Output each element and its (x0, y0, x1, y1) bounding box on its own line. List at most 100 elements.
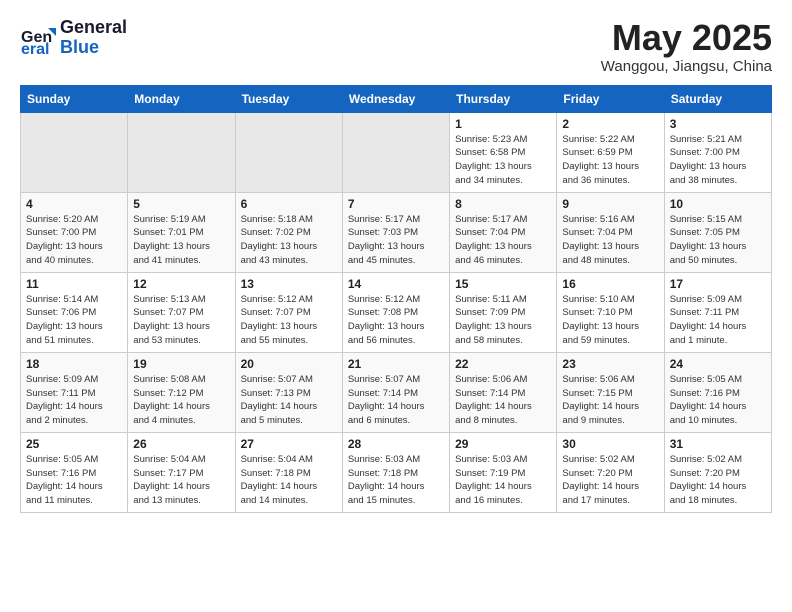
day-number: 13 (241, 277, 337, 291)
calendar-cell: 18 Sunrise: 5:09 AMSunset: 7:11 PMDayligh… (21, 352, 128, 432)
calendar-cell: 28Sunrise: 5:03 AMSunset: 7:18 PMDayligh… (342, 432, 449, 512)
day-info: Sunrise: 5:13 AMSunset: 7:07 PMDaylight:… (133, 293, 229, 348)
calendar-cell: 4 Sunrise: 5:20 AMSunset: 7:00 PMDaylight… (21, 192, 128, 272)
logo: Gen eral General Blue (20, 18, 127, 58)
day-number: 28 (348, 437, 444, 451)
calendar-cell (235, 112, 342, 192)
weekday-header-thursday: Thursday (450, 85, 557, 112)
calendar-cell: 3 Sunrise: 5:21 AMSunset: 7:00 PMDaylight… (664, 112, 771, 192)
day-info: Sunrise: 5:02 AMSunset: 7:20 PMDaylight:… (670, 453, 766, 508)
logo-icon: Gen eral (20, 20, 56, 56)
day-number: 29 (455, 437, 551, 451)
calendar-cell: 22 Sunrise: 5:06 AMSunset: 7:14 PMDayligh… (450, 352, 557, 432)
calendar-cell: 26Sunrise: 5:04 AMSunset: 7:17 PMDayligh… (128, 432, 235, 512)
day-number: 27 (241, 437, 337, 451)
calendar-cell: 27 Sunrise: 5:04 AMSunset: 7:18 PMDayligh… (235, 432, 342, 512)
calendar-cell: 17Sunrise: 5:09 AMSunset: 7:11 PMDayligh… (664, 272, 771, 352)
calendar-cell: 2Sunrise: 5:22 AMSunset: 6:59 PMDaylight… (557, 112, 664, 192)
calendar-cell: 12 Sunrise: 5:13 AMSunset: 7:07 PMDayligh… (128, 272, 235, 352)
day-number: 20 (241, 357, 337, 371)
calendar-cell: 16Sunrise: 5:10 AMSunset: 7:10 PMDayligh… (557, 272, 664, 352)
day-info: Sunrise: 5:18 AMSunset: 7:02 PMDaylight:… (241, 213, 337, 268)
day-number: 6 (241, 197, 337, 211)
calendar-cell: 5 Sunrise: 5:19 AMSunset: 7:01 PMDaylight… (128, 192, 235, 272)
day-info: Sunrise: 5:14 AMSunset: 7:06 PMDaylight:… (26, 293, 122, 348)
calendar-cell: 31 Sunrise: 5:02 AMSunset: 7:20 PMDayligh… (664, 432, 771, 512)
day-info: Sunrise: 5:07 AMSunset: 7:13 PMDaylight:… (241, 373, 337, 428)
day-number: 31 (670, 437, 766, 451)
day-info: Sunrise: 5:09 AMSunset: 7:11 PMDaylight:… (26, 373, 122, 428)
day-number: 18 (26, 357, 122, 371)
location: Wanggou, Jiangsu, China (601, 58, 772, 75)
day-number: 12 (133, 277, 229, 291)
calendar-cell (128, 112, 235, 192)
calendar-cell: 8Sunrise: 5:17 AMSunset: 7:04 PMDaylight… (450, 192, 557, 272)
calendar-cell: 10Sunrise: 5:15 AMSunset: 7:05 PMDayligh… (664, 192, 771, 272)
month-title: May 2025 (601, 18, 772, 58)
weekday-header-sunday: Sunday (21, 85, 128, 112)
day-info: Sunrise: 5:06 AMSunset: 7:15 PMDaylight:… (562, 373, 658, 428)
day-info: Sunrise: 5:16 AMSunset: 7:04 PMDaylight:… (562, 213, 658, 268)
weekday-header-friday: Friday (557, 85, 664, 112)
calendar-cell: 30Sunrise: 5:02 AMSunset: 7:20 PMDayligh… (557, 432, 664, 512)
calendar-cell: 14 Sunrise: 5:12 AMSunset: 7:08 PMDayligh… (342, 272, 449, 352)
day-number: 21 (348, 357, 444, 371)
logo-text: General Blue (60, 18, 127, 58)
calendar-cell: 20 Sunrise: 5:07 AMSunset: 7:13 PMDayligh… (235, 352, 342, 432)
logo-general: General (60, 17, 127, 37)
calendar: SundayMondayTuesdayWednesdayThursdayFrid… (20, 85, 772, 513)
day-info: Sunrise: 5:04 AMSunset: 7:18 PMDaylight:… (241, 453, 337, 508)
calendar-cell: 9Sunrise: 5:16 AMSunset: 7:04 PMDaylight… (557, 192, 664, 272)
day-number: 26 (133, 437, 229, 451)
day-info: Sunrise: 5:12 AMSunset: 7:08 PMDaylight:… (348, 293, 444, 348)
day-number: 3 (670, 117, 766, 131)
weekday-header-tuesday: Tuesday (235, 85, 342, 112)
day-number: 15 (455, 277, 551, 291)
day-number: 7 (348, 197, 444, 211)
day-info: Sunrise: 5:03 AMSunset: 7:19 PMDaylight:… (455, 453, 551, 508)
day-info: Sunrise: 5:17 AMSunset: 7:03 PMDaylight:… (348, 213, 444, 268)
calendar-cell: 15Sunrise: 5:11 AMSunset: 7:09 PMDayligh… (450, 272, 557, 352)
header: Gen eral General Blue May 2025 Wanggou, … (20, 18, 772, 75)
week-row-2: 4 Sunrise: 5:20 AMSunset: 7:00 PMDaylight… (21, 192, 772, 272)
calendar-cell: 13 Sunrise: 5:12 AMSunset: 7:07 PMDayligh… (235, 272, 342, 352)
title-block: May 2025 Wanggou, Jiangsu, China (601, 18, 772, 75)
calendar-cell: 1Sunrise: 5:23 AMSunset: 6:58 PMDaylight… (450, 112, 557, 192)
day-info: Sunrise: 5:21 AMSunset: 7:00 PMDaylight:… (670, 133, 766, 188)
day-info: Sunrise: 5:10 AMSunset: 7:10 PMDaylight:… (562, 293, 658, 348)
day-info: Sunrise: 5:12 AMSunset: 7:07 PMDaylight:… (241, 293, 337, 348)
calendar-cell: 6 Sunrise: 5:18 AMSunset: 7:02 PMDaylight… (235, 192, 342, 272)
day-info: Sunrise: 5:05 AMSunset: 7:16 PMDaylight:… (670, 373, 766, 428)
day-info: Sunrise: 5:17 AMSunset: 7:04 PMDaylight:… (455, 213, 551, 268)
day-number: 22 (455, 357, 551, 371)
day-number: 5 (133, 197, 229, 211)
calendar-cell: 25Sunrise: 5:05 AMSunset: 7:16 PMDayligh… (21, 432, 128, 512)
day-number: 14 (348, 277, 444, 291)
weekday-header-row: SundayMondayTuesdayWednesdayThursdayFrid… (21, 85, 772, 112)
day-number: 4 (26, 197, 122, 211)
calendar-cell: 21 Sunrise: 5:07 AMSunset: 7:14 PMDayligh… (342, 352, 449, 432)
calendar-cell: 7 Sunrise: 5:17 AMSunset: 7:03 PMDaylight… (342, 192, 449, 272)
calendar-cell (342, 112, 449, 192)
day-info: Sunrise: 5:06 AMSunset: 7:14 PMDaylight:… (455, 373, 551, 428)
day-info: Sunrise: 5:07 AMSunset: 7:14 PMDaylight:… (348, 373, 444, 428)
day-number: 23 (562, 357, 658, 371)
page: Gen eral General Blue May 2025 Wanggou, … (0, 0, 792, 531)
day-number: 25 (26, 437, 122, 451)
day-number: 24 (670, 357, 766, 371)
day-number: 1 (455, 117, 551, 131)
calendar-cell: 11Sunrise: 5:14 AMSunset: 7:06 PMDayligh… (21, 272, 128, 352)
weekday-header-monday: Monday (128, 85, 235, 112)
day-number: 30 (562, 437, 658, 451)
logo-blue: Blue (60, 37, 99, 57)
calendar-cell: 24 Sunrise: 5:05 AMSunset: 7:16 PMDayligh… (664, 352, 771, 432)
day-number: 17 (670, 277, 766, 291)
calendar-cell: 29 Sunrise: 5:03 AMSunset: 7:19 PMDayligh… (450, 432, 557, 512)
calendar-cell (21, 112, 128, 192)
calendar-cell: 19Sunrise: 5:08 AMSunset: 7:12 PMDayligh… (128, 352, 235, 432)
week-row-5: 25Sunrise: 5:05 AMSunset: 7:16 PMDayligh… (21, 432, 772, 512)
calendar-cell: 23 Sunrise: 5:06 AMSunset: 7:15 PMDayligh… (557, 352, 664, 432)
day-number: 19 (133, 357, 229, 371)
day-info: Sunrise: 5:20 AMSunset: 7:00 PMDaylight:… (26, 213, 122, 268)
day-info: Sunrise: 5:19 AMSunset: 7:01 PMDaylight:… (133, 213, 229, 268)
